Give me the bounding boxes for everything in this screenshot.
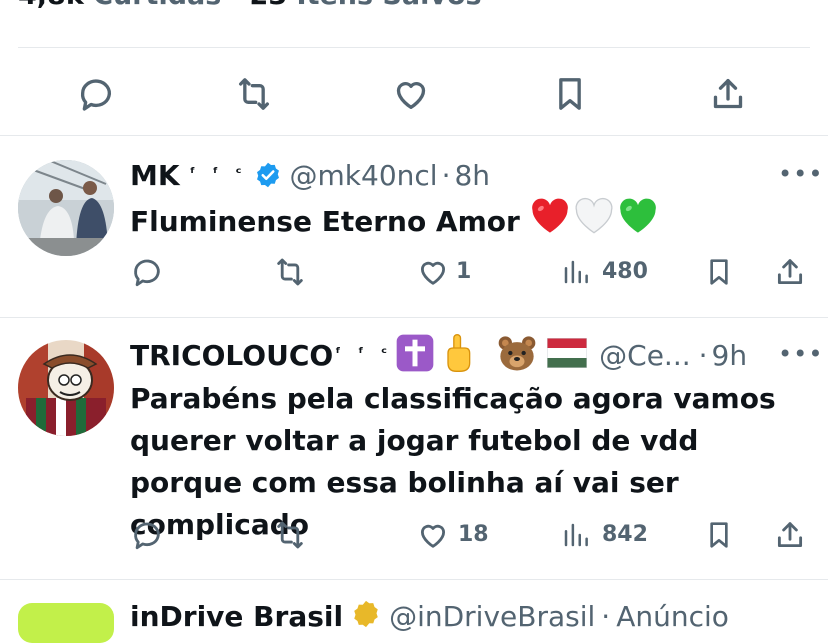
timestamp[interactable]: 9h <box>712 339 748 372</box>
hungary-flag-icon <box>546 337 588 372</box>
reply-icon[interactable] <box>128 518 166 552</box>
handle[interactable]: @mk40ncl <box>290 159 438 192</box>
timestamp[interactable]: 8h <box>454 159 490 192</box>
display-name[interactable]: TRICOLOUCO <box>130 339 333 372</box>
like-icon[interactable] <box>414 255 452 289</box>
handle[interactable]: @inDriveBrasil <box>389 600 595 633</box>
gold-verified-badge-icon <box>351 599 381 633</box>
bookmark-icon[interactable] <box>702 518 736 552</box>
name-suffix: ᶠ ᶠ ᶜ <box>189 164 248 182</box>
more-options-icon[interactable]: ••• <box>778 340 823 368</box>
like-icon[interactable] <box>414 518 452 552</box>
engagement-stats: 4,8k Curtidas 23 Itens Salvos <box>18 0 482 11</box>
bear-face-icon <box>497 334 537 376</box>
avatar[interactable] <box>18 603 114 643</box>
name-suffix: ᶠ ᶠ ᶜ <box>335 344 394 362</box>
views-icon[interactable] <box>560 518 592 552</box>
likes-count: 4,8k <box>18 0 84 11</box>
ad-label: Anúncio <box>616 599 729 633</box>
tweet-divider <box>0 135 828 136</box>
bookmark-icon[interactable] <box>702 255 736 289</box>
saves-label[interactable]: Itens Salvos <box>297 0 482 11</box>
saves-count: 23 <box>250 0 288 11</box>
stats-divider <box>18 47 810 48</box>
handle[interactable]: @Ce... <box>599 339 690 372</box>
share-icon[interactable] <box>706 72 750 116</box>
like-count: 1 <box>456 259 472 284</box>
tweet-text: Fluminense Eterno Amor <box>130 205 520 238</box>
separator: · <box>698 338 708 372</box>
share-icon[interactable] <box>772 517 808 553</box>
avatar[interactable] <box>18 340 114 436</box>
separator: · <box>601 599 611 633</box>
tweet-divider <box>0 579 828 580</box>
repost-icon[interactable] <box>230 72 278 116</box>
reply-icon[interactable] <box>128 255 166 289</box>
more-options-icon[interactable]: ••• <box>778 160 823 188</box>
tweet-divider <box>0 317 828 318</box>
like-icon[interactable] <box>389 72 433 116</box>
view-count: 480 <box>602 259 648 284</box>
green-heart-emoji <box>618 197 658 247</box>
red-heart-emoji <box>530 197 570 247</box>
display-name[interactable]: MK <box>130 159 180 192</box>
display-name[interactable]: inDrive Brasil <box>130 600 343 633</box>
avatar[interactable] <box>18 160 114 256</box>
tweet-header: TRICOLOUCO ᶠ ᶠ ᶜ @Ce... · 9h <box>130 333 748 377</box>
likes-label[interactable]: Curtidas <box>93 0 221 11</box>
pointing-finger-icon <box>443 333 473 377</box>
tweet-header: inDrive Brasil @inDriveBrasil · Anúncio <box>130 596 729 636</box>
bookmark-icon[interactable] <box>548 72 592 116</box>
repost-icon[interactable] <box>270 518 310 552</box>
like-count: 18 <box>458 522 489 547</box>
view-count: 842 <box>602 522 648 547</box>
views-icon[interactable] <box>560 255 592 289</box>
verified-badge-icon <box>254 161 282 189</box>
tweet-body: Fluminense Eterno Amor <box>130 197 658 247</box>
repost-icon[interactable] <box>270 255 310 289</box>
separator: · <box>441 158 451 192</box>
tweet-header: MK ᶠ ᶠ ᶜ @mk40ncl · 8h <box>130 155 490 195</box>
reply-icon[interactable] <box>74 72 118 116</box>
latin-cross-icon <box>395 333 435 377</box>
white-heart-emoji <box>574 197 614 247</box>
share-icon[interactable] <box>772 254 808 290</box>
